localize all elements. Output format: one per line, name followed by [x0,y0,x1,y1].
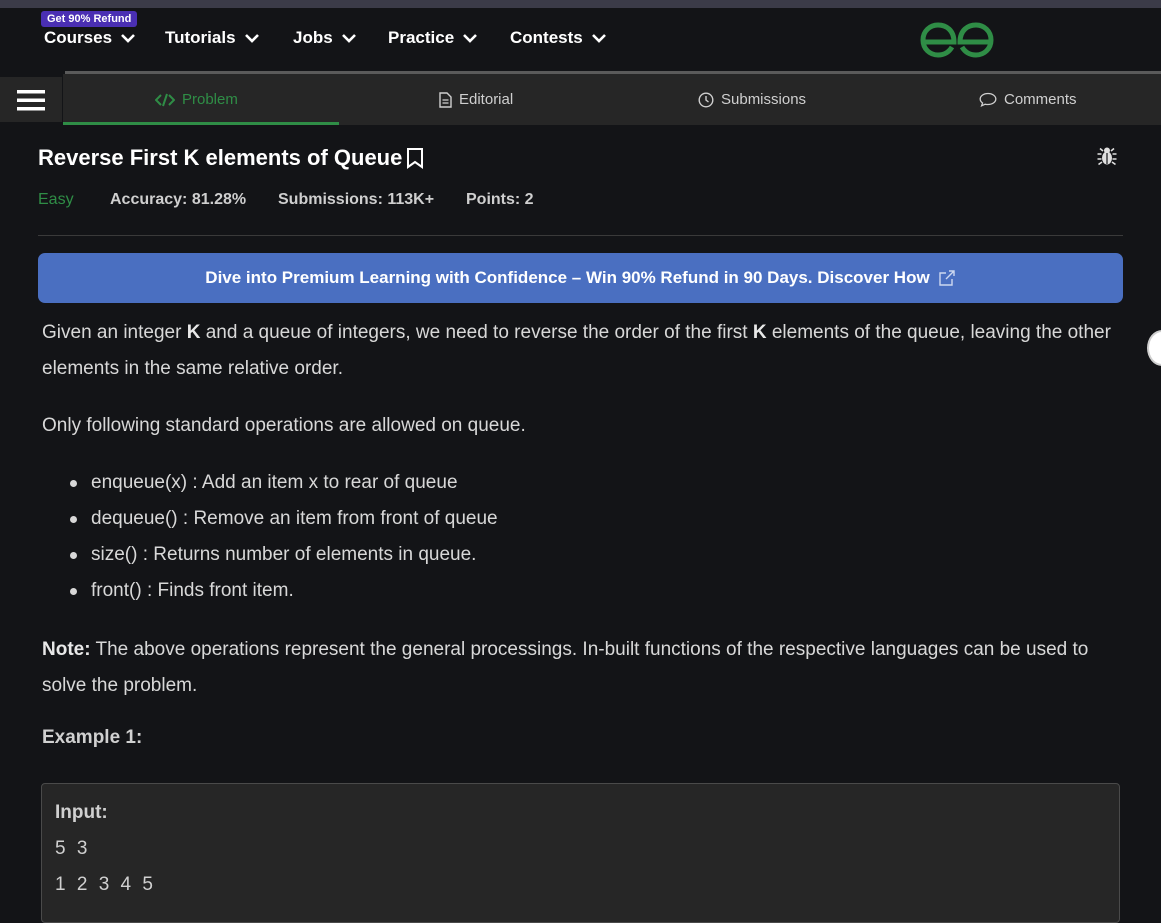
tab-editorial[interactable]: Editorial [439,74,513,125]
statement-paragraph-1: Given an integer K and a queue of intege… [42,315,1122,387]
input-line-2: 1 2 3 4 5 [55,874,156,895]
note-text: The above operations represent the gener… [42,639,1089,696]
page-title: Reverse First K elements of Queue [38,145,424,171]
comment-icon [979,92,997,107]
premium-banner[interactable]: Dive into Premium Learning with Confiden… [38,253,1123,303]
gfg-logo[interactable] [918,20,996,60]
nav-courses-label: Courses [44,28,113,47]
note-label: Note: [42,639,91,660]
nav-jobs-label: Jobs [293,28,333,47]
list-item: front() : Finds front item. [70,573,498,609]
premium-banner-text: Dive into Premium Learning with Confiden… [205,268,930,287]
divider [38,235,1123,236]
nav-contests[interactable]: Contests [510,28,607,48]
note-paragraph: Note: The above operations represent the… [42,632,1122,704]
accuracy-stat: Accuracy: 81.28% [110,191,247,208]
refund-badge[interactable]: Get 90% Refund [41,11,138,27]
bug-report-icon[interactable] [1096,145,1118,167]
difficulty-label: Easy [38,191,74,208]
nav-tutorials[interactable]: Tutorials [165,28,260,48]
code-icon [155,93,175,106]
document-icon [439,91,452,108]
tab-submissions-label: Submissions [721,91,807,108]
chevron-down-icon [121,34,135,43]
nav-jobs[interactable]: Jobs [293,28,357,48]
input-line-1: 5 3 [55,838,91,859]
list-item: dequeue() : Remove an item from front of… [70,501,498,537]
problem-title: Reverse First K elements of Queue [38,145,403,170]
statement-text: and a queue of integers, we need to reve… [200,322,753,343]
nav-courses[interactable]: Courses [44,28,136,48]
submissions-stat: Submissions: 113K+ [278,191,435,208]
top-strip [0,0,1161,8]
problem-tabs: Problem Editorial Submissions Comments [63,74,1161,125]
tab-editorial-label: Editorial [459,91,514,108]
operations-list: enqueue(x) : Add an item x to rear of qu… [70,465,498,609]
tab-problem-label: Problem [182,91,238,108]
statement-bold-k: K [752,322,767,343]
statement-paragraph-2: Only following standard operations are a… [42,415,526,436]
chevron-down-icon [463,34,478,43]
problem-content: Reverse First K elements of Queue Easy A… [0,125,1161,923]
list-item: enqueue(x) : Add an item x to rear of qu… [70,465,498,501]
statement-text: Given an integer [42,322,187,343]
nav-contests-label: Contests [510,28,583,47]
nav-practice-label: Practice [388,28,455,47]
hamburger-icon [17,89,45,110]
top-navbar: Get 90% Refund Courses Tutorials Jobs Pr… [0,8,1161,71]
chevron-down-icon [591,34,606,43]
clock-icon [698,91,714,108]
nav-tutorials-label: Tutorials [165,28,236,47]
example-box: Input: 5 3 1 2 3 4 5 [41,783,1120,923]
tab-problem[interactable]: Problem [155,74,238,125]
example-title: Example 1: [42,727,143,748]
tab-submissions[interactable]: Submissions [698,74,806,125]
nav-practice[interactable]: Practice [388,28,478,48]
chevron-down-icon [341,34,356,43]
list-item: size() : Returns number of elements in q… [70,537,498,573]
external-link-icon [938,270,955,286]
chevron-down-icon [244,34,259,43]
points-stat: Points: 2 [466,191,534,208]
menu-button[interactable] [0,74,62,122]
bookmark-icon[interactable] [406,147,424,169]
tab-comments[interactable]: Comments [979,74,1077,125]
tab-comments-label: Comments [1004,91,1077,108]
input-label: Input: [55,802,108,823]
statement-bold-k: K [186,322,201,343]
